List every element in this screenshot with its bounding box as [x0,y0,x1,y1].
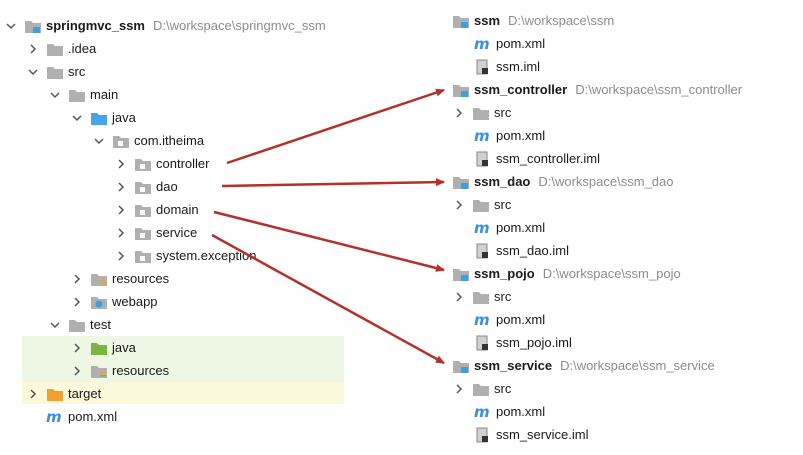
mapping-arrows [211,88,445,365]
arrow-controller-to-ssm-controller [226,88,445,165]
arrow-domain-to-ssm-pojo [213,210,445,272]
arrow-service-to-ssm-service [211,233,445,365]
arrow-dao-to-ssm-dao [221,178,445,188]
